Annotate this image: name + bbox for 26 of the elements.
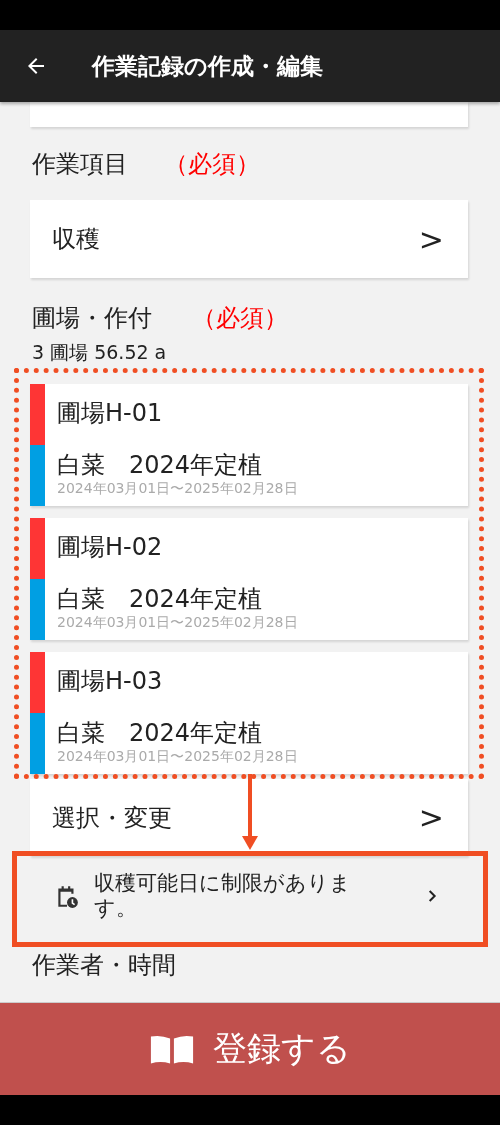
field-summary: 3 圃場 56.52 a [31,340,168,365]
field-name: 圃場H-01 [57,398,164,428]
field-card[interactable]: 圃場H-01 白菜 2024年定植 2024年03月01日〜2025年02月28日 [30,384,468,506]
notice-text: 収穫可能日に制限があります。 [94,871,352,921]
crop-period: 2024年03月01日〜2025年02月28日 [57,614,298,630]
crop-name: 白菜 2024年定植 [57,450,264,480]
book-icon [149,1034,195,1064]
crop-period: 2024年03月01日〜2025年02月28日 [57,480,298,496]
crop-name: 白菜 2024年定植 [57,584,264,614]
required-label: （必須） [164,148,260,180]
chevron-right-icon [428,888,438,904]
notice-row[interactable]: 収穫可能日に制限があります。 [30,856,468,936]
section-label: 作業者・時間 [32,949,176,981]
crop-name: 白菜 2024年定植 [57,718,264,748]
field-card[interactable]: 圃場H-02 白菜 2024年定植 2024年03月01日〜2025年02月28日 [30,518,468,640]
field-card[interactable]: 圃場H-03 白菜 2024年定植 2024年03月01日〜2025年02月28日 [30,652,468,774]
required-label: （必須） [192,303,288,334]
submit-label: 登録する [213,1027,351,1070]
submit-button[interactable]: 登録する [0,1002,500,1095]
crop-period: 2024年03月01日〜2025年02月28日 [57,748,298,764]
screen-title: 作業記録の作成・編集 [92,51,323,81]
section-label: 圃場・作付 [32,303,152,334]
field-name: 圃場H-03 [57,666,164,696]
field-name: 圃場H-02 [57,532,164,562]
work-item-selector[interactable]: 収穫 > [30,200,468,278]
section-label: 作業項目 [32,148,128,180]
